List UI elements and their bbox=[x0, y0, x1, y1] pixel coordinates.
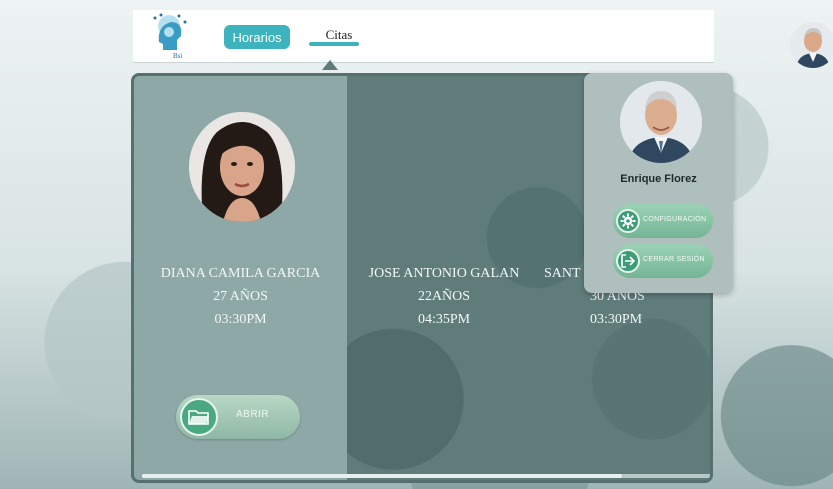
settings-label: CONFIGURACIÓN bbox=[643, 216, 707, 223]
patient-card-selected[interactable]: DIANA CAMILA GARCIA 27 AÑOS 03:30PM ABRI… bbox=[134, 76, 347, 480]
active-tab-caret bbox=[322, 60, 338, 70]
horizontal-scrollbar[interactable] bbox=[142, 474, 710, 478]
appointment-time: 04:35PM bbox=[417, 312, 471, 327]
user-name: Enrique Florez bbox=[620, 173, 697, 185]
logout-button[interactable]: CERRAR SESIÓN bbox=[613, 244, 713, 278]
appointment-time: 03:30PM bbox=[214, 312, 267, 327]
logo-text: Bsi bbox=[173, 52, 182, 60]
user-avatar-button[interactable] bbox=[790, 22, 833, 68]
scrollbar-thumb[interactable] bbox=[142, 474, 622, 478]
open-button[interactable]: ABRIR bbox=[176, 395, 300, 439]
appointment-time: 03:30PM bbox=[590, 312, 643, 327]
active-tab-indicator bbox=[309, 42, 359, 46]
patient-info: DIANA CAMILA GARCIA 27 AÑOS 03:30PM bbox=[144, 262, 337, 331]
brain-logo: Bsi bbox=[149, 12, 189, 60]
open-button-label: ABRIR bbox=[236, 409, 270, 420]
gear-icon bbox=[616, 209, 640, 233]
patient-name: DIANA CAMILA GARCIA bbox=[160, 266, 321, 281]
patient-age: 22AÑOS bbox=[417, 289, 471, 304]
patient-card[interactable]: JOSE ANTONIO GALAN 22AÑOS 04:35PM bbox=[364, 262, 524, 331]
tab-horarios[interactable]: Horarios bbox=[224, 25, 290, 49]
folder-open-icon bbox=[180, 398, 218, 436]
patient-photo bbox=[189, 112, 295, 222]
top-navigation-bar: Bsi Horarios Citas bbox=[133, 10, 833, 68]
patient-name: JOSE ANTONIO GALAN bbox=[368, 266, 520, 281]
user-menu-dropdown: Enrique Florez CONFIGURACIÓN CERRAR SESI… bbox=[584, 73, 733, 293]
user-profile-photo bbox=[620, 81, 702, 163]
settings-button[interactable]: CONFIGURACIÓN bbox=[613, 204, 713, 238]
patient-age: 27 AÑOS bbox=[213, 289, 268, 304]
logout-icon bbox=[616, 249, 640, 273]
logout-label: CERRAR SESIÓN bbox=[643, 256, 705, 263]
